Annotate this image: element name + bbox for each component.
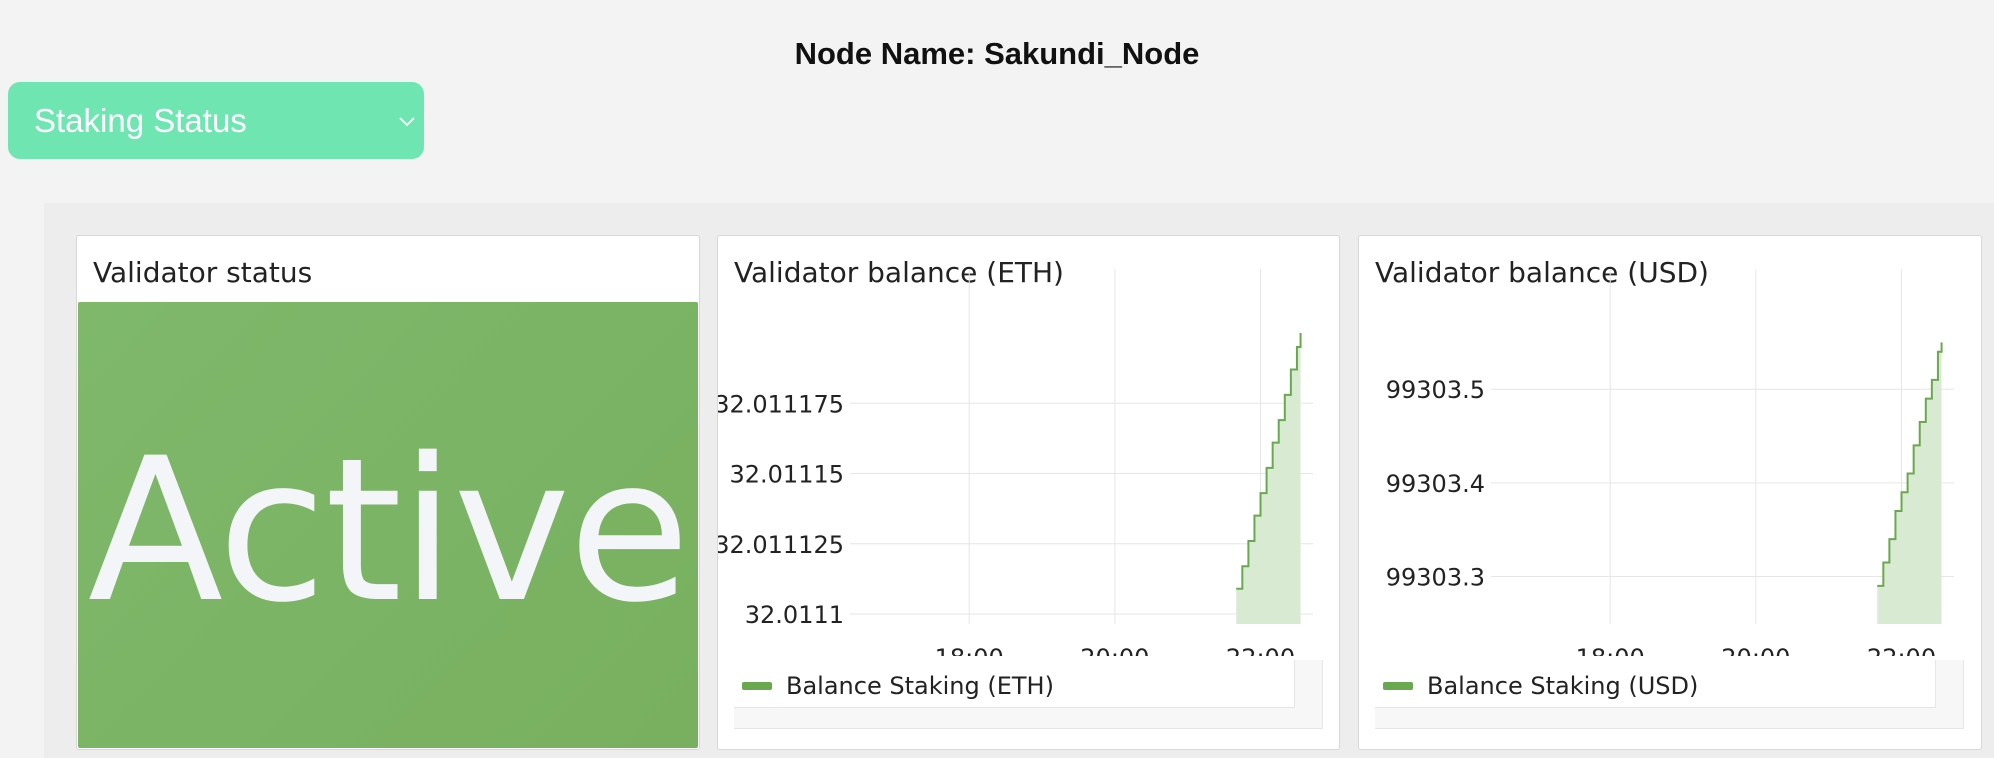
y-tick-label: 32.0111 (745, 601, 844, 629)
validator-balance-eth-panel: Validator balance (ETH) 18:0020:0022:003… (717, 235, 1340, 750)
legend: Balance Staking (ETH) (734, 660, 1295, 708)
eth-balance-chart[interactable]: 18:00 20:00 22:00 32.011175 32.01115 32.01112… (718, 236, 1341, 656)
legend: Balance Staking (USD) (1375, 660, 1936, 708)
y-tick-label: 32.01115 (729, 461, 844, 489)
panel-title: Validator status (93, 256, 313, 289)
validator-status-panel: Validator status Active (76, 235, 700, 750)
status-value: Active (87, 415, 690, 646)
validator-balance-usd-panel: Validator balance (USD) 18:0020:0022:009… (1358, 235, 1982, 750)
legend-swatch (1383, 682, 1413, 690)
x-tick-label: 20:00 (1721, 644, 1790, 656)
y-tick-label: 32.011175 (718, 390, 844, 418)
y-tick-label: 99303.5 (1386, 376, 1485, 404)
chevron-down-icon (399, 117, 415, 127)
x-tick-label: 22:00 (1867, 644, 1936, 656)
y-tick-label: 32.011125 (718, 531, 844, 559)
usd-balance-chart[interactable]: 18:00 20:00 22:00 99303.5 99303.4 99303.3 (1359, 236, 1983, 656)
legend-swatch (742, 682, 772, 690)
dashboard-select-value: Staking Status (34, 101, 247, 139)
legend-label[interactable]: Balance Staking (ETH) (786, 672, 1054, 700)
x-tick-label: 22:00 (1226, 644, 1295, 656)
x-tick-label: 20:00 (1080, 644, 1149, 656)
y-tick-label: 99303.4 (1386, 470, 1485, 498)
legend-label[interactable]: Balance Staking (USD) (1427, 672, 1698, 700)
status-stat-box: Active (78, 302, 698, 748)
y-tick-label: 99303.3 (1386, 564, 1485, 592)
dashboard-select[interactable]: Staking Status (8, 82, 424, 159)
x-tick-label: 18:00 (935, 644, 1004, 656)
page-title: Node Name: Sakundi_Node (794, 36, 1200, 71)
x-tick-label: 18:00 (1576, 644, 1645, 656)
